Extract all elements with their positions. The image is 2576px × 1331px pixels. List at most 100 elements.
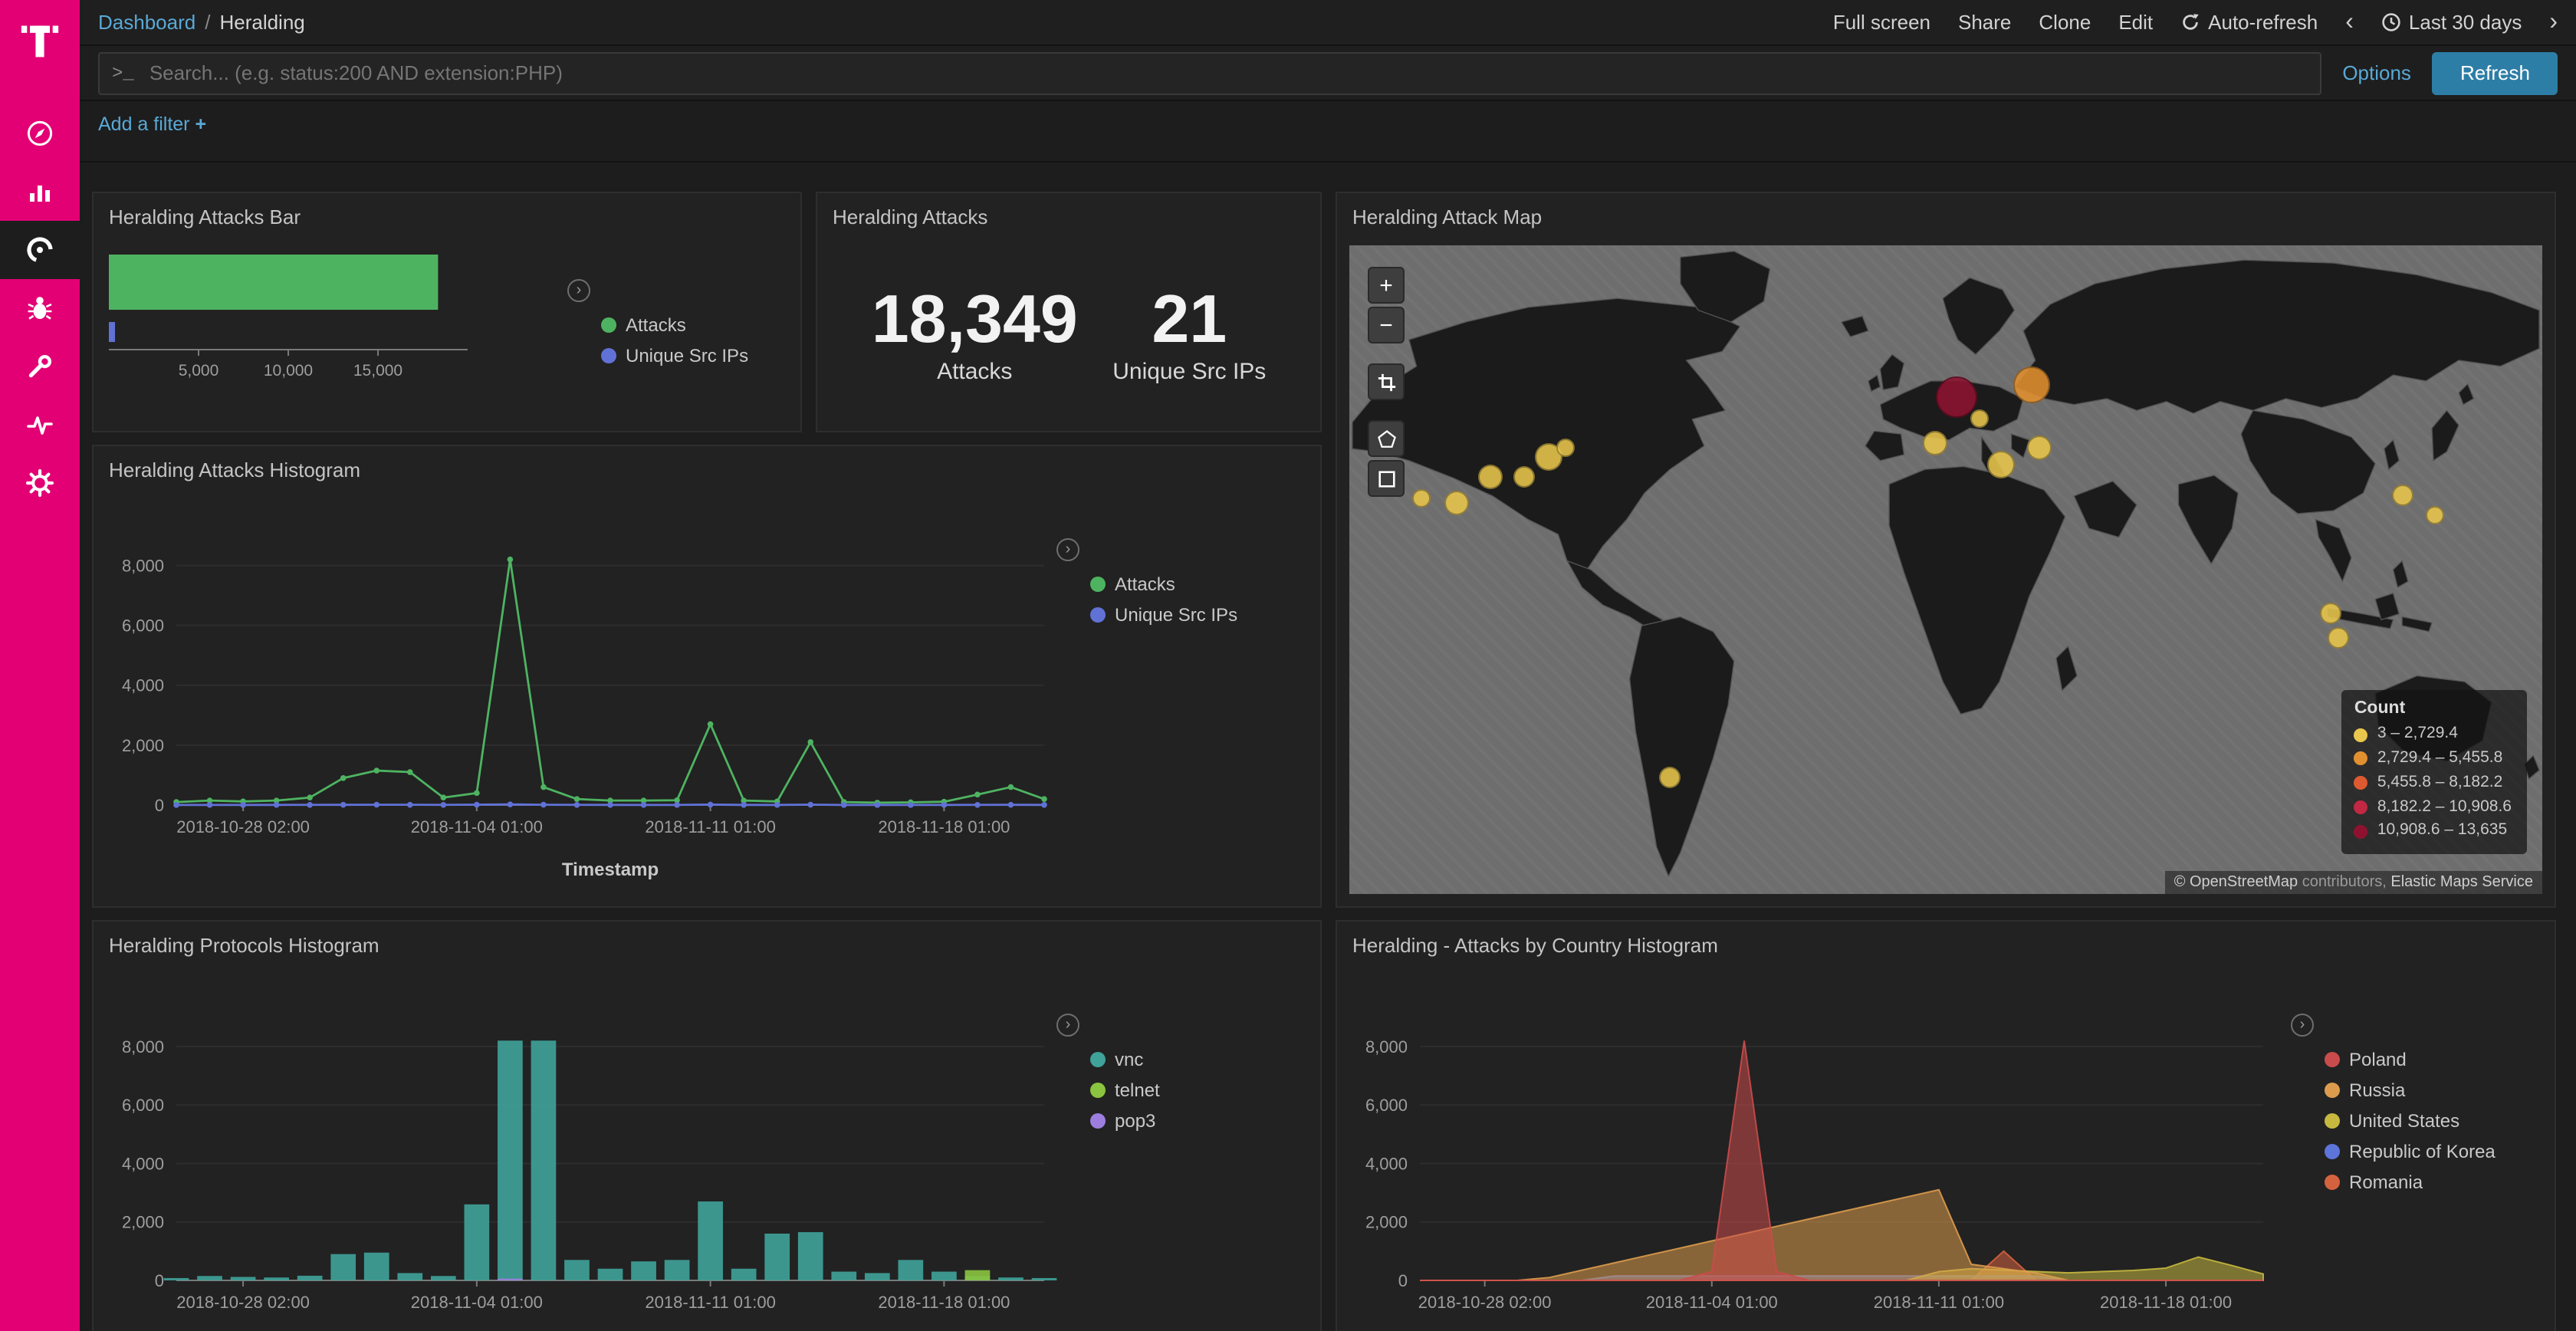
legend-collapse-icon[interactable]: › [567, 279, 590, 302]
filter-bar: Add a filter + [80, 101, 2576, 163]
svg-text:2,000: 2,000 [122, 1213, 164, 1232]
attack-bubble[interactable] [1478, 465, 1503, 489]
add-filter-button[interactable]: Add a filter + [98, 113, 206, 135]
crop-icon [1376, 372, 1396, 392]
svg-text:5,000: 5,000 [179, 362, 219, 380]
panel-attacks-bar: Heralding Attacks Bar 5,00010,00015,000 … [92, 192, 802, 432]
draw-polygon-button[interactable] [1368, 420, 1405, 457]
svg-text:2018-11-04 01:00: 2018-11-04 01:00 [411, 817, 543, 836]
legend-collapse-icon[interactable]: › [2291, 1014, 2314, 1037]
map-legend-title: Count [2354, 700, 2512, 718]
legend-item[interactable]: Attacks [1090, 573, 1320, 595]
draw-rectangle-button[interactable] [1368, 460, 1405, 497]
legend-label: Unique Src IPs [1115, 604, 1237, 626]
legend-item[interactable]: pop3 [1090, 1110, 1320, 1132]
sidebar-item-dashboard[interactable] [0, 104, 80, 163]
legend-color-dot [2325, 1144, 2340, 1159]
map-controls: + − [1368, 267, 1405, 497]
bug-icon [25, 293, 55, 324]
attack-bubble[interactable] [2392, 485, 2413, 506]
panel-attacks-histogram: Heralding Attacks Histogram 02,0004,0006… [92, 445, 1322, 908]
legend-item[interactable]: telnet [1090, 1080, 1320, 1101]
legend-label: Attacks [1115, 573, 1175, 595]
panel-protocols-histogram: Heralding Protocols Histogram 02,0004,00… [92, 920, 1322, 1331]
attack-bubble[interactable] [1970, 410, 1989, 429]
line-chart[interactable]: 02,0004,0006,0008,0002018-10-28 02:00201… [94, 492, 1069, 888]
full-screen-button[interactable]: Full screen [1833, 11, 1930, 34]
legend-item[interactable]: Republic of Korea [2325, 1141, 2555, 1162]
legend-item[interactable]: Unique Src IPs [601, 345, 800, 366]
time-forward-button[interactable]: › [2549, 10, 2558, 35]
gear-icon [25, 468, 55, 498]
fit-bounds-button[interactable] [1368, 363, 1405, 400]
area-chart[interactable]: 02,0004,0006,0008,0002018-10-28 02:00201… [1337, 968, 2288, 1331]
legend-collapse-icon[interactable]: › [1056, 538, 1079, 561]
share-button[interactable]: Share [1958, 11, 2011, 34]
horizontal-bar-chart[interactable]: 5,00010,00015,000 [94, 239, 569, 423]
attack-bubble[interactable] [1936, 376, 1977, 417]
attack-bubble[interactable] [1444, 490, 1469, 514]
attack-bubble[interactable] [1987, 452, 2015, 479]
legend-label: Unique Src IPs [626, 345, 748, 366]
legend-item[interactable]: Unique Src IPs [1090, 604, 1320, 626]
legend-label: Romania [2349, 1172, 2423, 1193]
legend-collapse-icon[interactable]: › [1056, 1014, 1079, 1037]
attack-bubble[interactable] [1514, 466, 1536, 488]
attack-bubble[interactable] [1556, 439, 1575, 458]
sidebar-item-health[interactable] [0, 396, 80, 454]
bar-histogram-chart[interactable]: 02,0004,0006,0008,0002018-10-28 02:00201… [94, 968, 1069, 1331]
sidebar-item-visualize[interactable] [0, 163, 80, 221]
legend-item[interactable]: vnc [1090, 1049, 1320, 1070]
attack-bubble[interactable] [1658, 767, 1680, 788]
sidebar-item-settings[interactable] [0, 454, 80, 512]
svg-text:10,000: 10,000 [264, 362, 313, 380]
breadcrumb-dashboard-link[interactable]: Dashboard [98, 11, 196, 34]
time-range-button[interactable]: Last 30 days [2381, 11, 2522, 34]
legend-item[interactable]: Attacks [601, 314, 800, 336]
svg-text:0: 0 [155, 1271, 164, 1290]
map-legend-label: 5,455.8 – 8,182.2 [2377, 771, 2503, 796]
options-link[interactable]: Options [2342, 61, 2411, 84]
attack-bubble[interactable] [2426, 505, 2444, 524]
attack-bubble[interactable] [2013, 366, 2050, 403]
search-input[interactable] [146, 60, 2308, 86]
zoom-out-button[interactable]: − [1368, 307, 1405, 343]
query-bar: >_ Options Refresh [80, 46, 2576, 101]
attack-bubble[interactable] [2028, 435, 2052, 459]
svg-text:2018-10-28 02:00: 2018-10-28 02:00 [176, 817, 310, 836]
panel-title: Heralding Attack Map [1337, 193, 2555, 239]
attack-bubble[interactable] [1923, 432, 1947, 456]
breadcrumb-separator: / [205, 11, 210, 34]
zoom-in-button[interactable]: + [1368, 267, 1405, 304]
svg-text:2018-11-18 01:00: 2018-11-18 01:00 [878, 1293, 1010, 1312]
legend-color-dot [2354, 776, 2368, 790]
sidebar-item-tools[interactable] [0, 337, 80, 396]
world-map[interactable]: + − [1349, 245, 2542, 894]
legend-color-dot [1090, 1113, 1106, 1129]
sidebar-item-monitoring-selected[interactable] [0, 221, 80, 279]
legend-color-dot [1090, 607, 1106, 623]
panel-attacks-metric: Heralding Attacks 18,349 Attacks 21 Uniq… [816, 192, 1322, 432]
attack-bubble[interactable] [1411, 489, 1430, 508]
legend-item[interactable]: Poland [2325, 1049, 2555, 1070]
legend-label: telnet [1115, 1080, 1160, 1101]
chart-legend: › vnctelnetpop3 [1090, 968, 1320, 1331]
legend-label: pop3 [1115, 1110, 1155, 1132]
refresh-button[interactable]: Refresh [2433, 51, 2558, 94]
sidebar-item-bugs[interactable] [0, 279, 80, 337]
time-back-button[interactable]: ‹ [2345, 10, 2354, 35]
pulse-icon [25, 409, 55, 440]
legend-item[interactable]: Russia [2325, 1080, 2555, 1101]
map-legend-item: 8,182.2 – 10,908.6 [2354, 795, 2512, 820]
map-legend-label: 2,729.4 – 5,455.8 [2377, 747, 2503, 771]
legend-item[interactable]: Romania [2325, 1172, 2555, 1193]
map-legend-label: 8,182.2 – 10,908.6 [2377, 795, 2512, 820]
legend-item[interactable]: United States [2325, 1110, 2555, 1132]
attack-bubble[interactable] [2328, 628, 2349, 649]
metric-value: 21 [1112, 285, 1266, 356]
attack-bubble[interactable] [2319, 603, 2341, 624]
auto-refresh-button[interactable]: Auto-refresh [2180, 11, 2318, 34]
legend-color-dot [2354, 824, 2368, 838]
clone-button[interactable]: Clone [2039, 11, 2091, 34]
edit-button[interactable]: Edit [2118, 11, 2153, 34]
